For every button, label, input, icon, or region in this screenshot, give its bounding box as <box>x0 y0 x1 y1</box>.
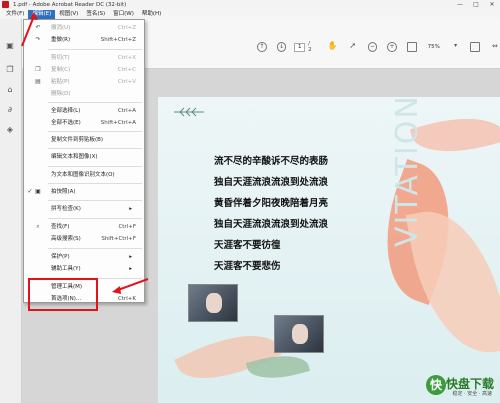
portrait-photo <box>188 284 238 322</box>
portrait-face <box>292 324 308 344</box>
poem-line: 黄昏伴着夕阳夜晚陪着月亮 <box>214 198 329 209</box>
menu-window[interactable]: 窗口(W) <box>109 10 138 19</box>
zoom-level[interactable]: 75% <box>428 44 440 50</box>
menu-help[interactable]: 帮助(H) <box>138 10 165 19</box>
search-icon: ⌕ <box>36 223 40 230</box>
zoom-dropdown-icon[interactable]: ▾ <box>451 42 461 52</box>
attachment-icon[interactable]: ∂ <box>5 105 15 115</box>
menu-item-edit-text-images[interactable]: 编辑文本和图像(X) <box>24 151 144 163</box>
window-controls: — □ ✕ <box>452 1 500 8</box>
menu-item-delete[interactable]: 删除(D) <box>24 88 144 100</box>
site-logo: 快 快盘下载 稳定 · 安全 · 高速 <box>424 373 496 399</box>
menu-separator <box>48 102 142 103</box>
paste-icon: ▤ <box>35 78 41 85</box>
minimize-button[interactable]: — <box>452 1 468 8</box>
menu-separator <box>48 218 142 219</box>
copy-icon: ❐ <box>35 66 41 73</box>
window-title: 1.pdf - Adobe Acrobat Reader DC (32-bit) <box>13 1 127 8</box>
layers-icon[interactable]: ◈ <box>5 125 15 135</box>
checkmark-icon: ✓ <box>27 188 33 195</box>
save-icon[interactable]: ▣ <box>5 41 15 51</box>
page-number-input[interactable]: 1 <box>294 42 306 52</box>
page-nav-group: ↑ ↓ 1 / 2 ✋ ➚ − + 75% ▾ ⇔ <box>252 41 500 53</box>
menu-item-select-all[interactable]: 全部选择(L) Ctrl+A <box>24 105 144 117</box>
poem-line: 独自天涯流浪流浪到处流浪 <box>214 219 329 230</box>
menu-item-copy-file-to-clipboard[interactable]: 复制文件到剪贴板(B) <box>24 134 144 146</box>
menu-separator <box>48 131 142 132</box>
tools-icon[interactable]: ⇔ <box>490 42 500 52</box>
menu-separator <box>48 166 142 167</box>
menu-item-find[interactable]: ⌕ 查找(F) Ctrl+F <box>24 221 144 233</box>
menu-edit[interactable]: 编辑(E) <box>28 9 56 19</box>
pdf-page: VITATION 流不尽的辛酸诉不尽的表肠 独自天涯流浪流浪到处流浪 黄昏伴着夕… <box>158 97 500 403</box>
zoom-in-icon[interactable]: + <box>387 42 397 52</box>
menu-separator <box>48 200 142 201</box>
menu-sign[interactable]: 签名(S) <box>82 10 109 19</box>
poem-line: 独自天涯流浪流浪到处流浪 <box>214 177 329 188</box>
redo-icon: ↷ <box>35 36 41 43</box>
poem-text: 流不尽的辛酸诉不尽的表肠 独自天涯流浪流浪到处流浪 黄昏伴着夕阳夜晚陪着月亮 独… <box>214 151 328 277</box>
menu-item-spell-check[interactable]: 拼写检查(K) ▸ <box>24 203 144 215</box>
leaf-ornament-icon <box>174 107 204 117</box>
page-watermark: VITATION <box>390 97 425 247</box>
portrait-photo <box>274 315 324 353</box>
hand-tool-icon[interactable]: ✋ <box>328 42 338 52</box>
menu-bar: 文件(F) 编辑(E) 视图(V) 签名(S) 窗口(W) 帮助(H) <box>0 9 500 19</box>
menu-item-undo[interactable]: ↶ 撤消(U) Ctrl+Z <box>24 22 144 34</box>
zoom-out-icon[interactable]: − <box>367 42 378 52</box>
menu-file[interactable]: 文件(F) <box>2 10 28 19</box>
acrobat-app-icon <box>2 1 9 8</box>
close-button[interactable]: ✕ <box>484 1 500 8</box>
menu-separator <box>48 248 142 249</box>
menu-item-protection[interactable]: 保护(P) ▸ <box>24 251 144 263</box>
camera-icon: ▣ <box>35 188 41 195</box>
undo-icon: ↶ <box>35 24 41 31</box>
highlight-box <box>28 278 98 311</box>
select-tool-icon[interactable]: ➚ <box>348 42 358 52</box>
submenu-arrow-icon: ▸ <box>129 206 132 212</box>
poem-line: 天涯客不要彷徨 <box>214 240 281 251</box>
bookmark-icon[interactable]: ⌂ <box>5 85 15 95</box>
menu-item-paste[interactable]: ▤ 粘贴(P) Ctrl+V <box>24 76 144 88</box>
menu-item-advanced-search[interactable]: 高级搜索(S) Shift+Ctrl+F <box>24 233 144 245</box>
site-logo-subtitle: 稳定 · 安全 · 高速 <box>452 391 492 397</box>
menu-item-copy[interactable]: ❐ 复制(C) Ctrl+C <box>24 64 144 76</box>
menu-item-accessibility[interactable]: 辅助工具(Y) ▸ <box>24 263 144 275</box>
page-thumbnails-icon[interactable]: ❐ <box>5 65 15 75</box>
portrait-face <box>206 293 222 313</box>
menu-item-deselect-all[interactable]: 全部不选(E) Shift+Ctrl+A <box>24 117 144 129</box>
menu-item-recognize-text[interactable]: 为文本和图像识别文本(O) <box>24 169 144 181</box>
poem-line: 天涯客不要悲伤 <box>214 261 281 272</box>
menu-separator <box>48 183 142 184</box>
maximize-button[interactable]: □ <box>468 1 484 8</box>
menu-separator <box>48 49 142 50</box>
menu-item-redo[interactable]: ↷ 重做(R) Shift+Ctrl+Z <box>24 34 144 46</box>
next-page-icon[interactable]: ↓ <box>276 42 287 52</box>
menu-view[interactable]: 视图(V) <box>55 10 82 19</box>
edit-menu: ↶ 撤消(U) Ctrl+Z ↷ 重做(R) Shift+Ctrl+Z 剪切(T… <box>23 19 145 303</box>
marquee-zoom-icon[interactable] <box>406 42 417 52</box>
menu-item-snapshot[interactable]: ✓ ▣ 拍快照(A) <box>24 186 144 198</box>
page-total: / 2 <box>308 41 312 53</box>
submenu-arrow-icon: ▸ <box>129 266 132 272</box>
site-logo-mark: 快 <box>426 375 446 395</box>
fit-page-icon[interactable] <box>470 42 481 52</box>
menu-item-cut[interactable]: 剪切(T) Ctrl+X <box>24 52 144 64</box>
menu-separator <box>48 148 142 149</box>
prev-page-icon[interactable]: ↑ <box>257 42 267 52</box>
title-bar: 1.pdf - Adobe Acrobat Reader DC (32-bit)… <box>0 0 500 9</box>
poem-line: 流不尽的辛酸诉不尽的表肠 <box>214 156 329 167</box>
submenu-arrow-icon: ▸ <box>129 254 132 260</box>
left-sidebar: ▣ ❐ ⌂ ∂ ◈ <box>0 19 22 403</box>
